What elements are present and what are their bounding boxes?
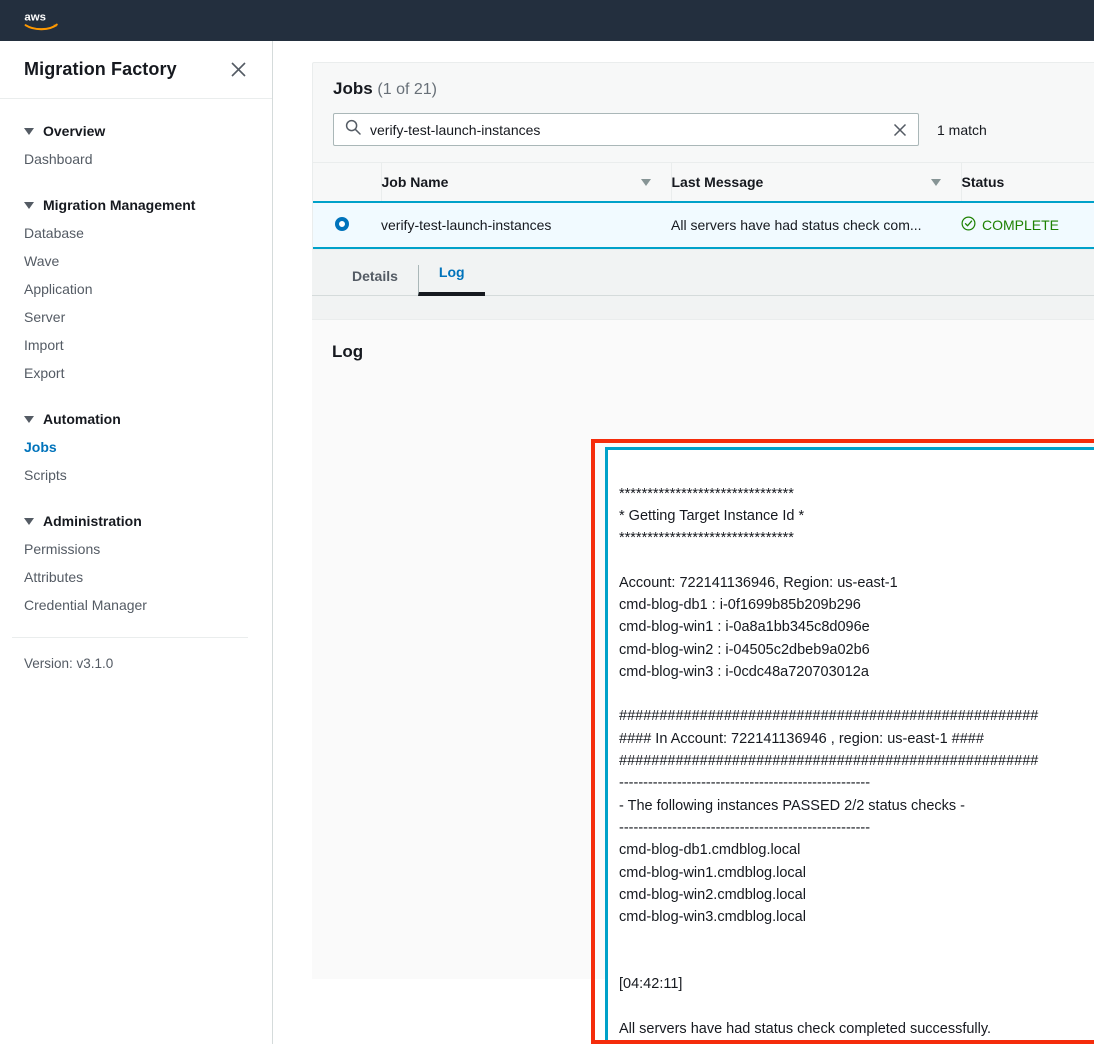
chevron-down-icon — [24, 127, 34, 135]
sidebar-version: Version: v3.1.0 — [24, 656, 114, 671]
row-select-radio[interactable] — [313, 201, 381, 249]
search-icon — [345, 119, 361, 140]
sidebar-item-import[interactable]: Import — [0, 331, 272, 359]
search-box[interactable] — [333, 113, 919, 146]
column-status-label: Status — [961, 174, 1005, 190]
log-output-text: ******************************* * Gettin… — [619, 485, 1039, 1044]
log-output-container[interactable]: ******************************* * Gettin… — [605, 447, 1094, 1044]
search-row: 1 match — [313, 99, 1094, 162]
nav-group-header-migration-management[interactable]: Migration Management — [0, 191, 272, 219]
nav-group-label: Overview — [43, 123, 106, 139]
column-last-message[interactable]: Last Message — [670, 162, 961, 203]
column-job-name-label: Job Name — [381, 174, 449, 190]
column-select — [313, 162, 381, 203]
aws-logo[interactable]: aws — [22, 8, 64, 34]
status-badge-label: COMPLETE — [982, 217, 1060, 233]
sidebar-item-credential-manager[interactable]: Credential Manager — [0, 591, 272, 619]
table-header-row: Job Name Last Message Status — [313, 162, 1094, 203]
tab-details[interactable]: Details — [332, 269, 418, 296]
sidebar-item-scripts[interactable]: Scripts — [0, 461, 272, 489]
page-title: Jobs (1 of 21) — [333, 79, 1074, 99]
sidebar-item-wave[interactable]: Wave — [0, 247, 272, 275]
sidebar-item-application[interactable]: Application — [0, 275, 272, 303]
tab-bar: Details Log — [312, 250, 1094, 296]
nav-group-automation: Automation Jobs Scripts — [0, 405, 272, 489]
nav-group-header-automation[interactable]: Automation — [0, 405, 272, 433]
nav-group-label: Migration Management — [43, 197, 196, 213]
log-panel-heading: Log — [332, 342, 364, 361]
tab-log[interactable]: Log — [417, 265, 485, 296]
sidebar-nav: Overview Dashboard Migration Management … — [0, 99, 272, 619]
column-job-name[interactable]: Job Name — [380, 162, 671, 203]
sort-descending-icon[interactable] — [930, 178, 941, 186]
jobs-table-body: verify-test-launch-instances All servers… — [313, 201, 1094, 249]
chevron-down-icon — [24, 415, 34, 423]
jobs-title-text: Jobs — [333, 79, 373, 98]
table-row[interactable]: verify-test-launch-instances All servers… — [313, 201, 1094, 249]
sidebar-item-dashboard[interactable]: Dashboard — [0, 145, 272, 173]
main-content: Jobs (1 of 21) verify-test-launch-instan… — [273, 41, 1094, 1044]
nav-group-administration: Administration Permissions Attributes Cr… — [0, 507, 272, 619]
sidebar: Migration Factory Overview Dashboard Mig… — [0, 41, 273, 1044]
chevron-down-icon — [24, 201, 34, 209]
sidebar-item-server[interactable]: Server — [0, 303, 272, 331]
chevron-down-icon — [24, 517, 34, 525]
svg-text:aws: aws — [24, 11, 46, 23]
cell-status: COMPLETE — [961, 201, 1094, 249]
tab-bar-gap — [312, 296, 1094, 319]
jobs-header: Jobs (1 of 21) — [313, 63, 1094, 99]
search-input[interactable] — [370, 121, 883, 138]
nav-group-overview: Overview Dashboard — [0, 117, 272, 173]
nav-group-label: Automation — [43, 411, 121, 427]
column-last-message-label: Last Message — [671, 174, 764, 190]
column-status[interactable]: Status — [960, 162, 1094, 203]
check-circle-icon — [961, 216, 976, 234]
radio-selected-icon[interactable] — [335, 216, 349, 231]
sidebar-title: Migration Factory — [24, 59, 177, 79]
nav-group-label: Administration — [43, 513, 142, 529]
cell-job-name: verify-test-launch-instances — [381, 201, 671, 249]
clear-icon[interactable] — [892, 122, 908, 138]
jobs-card: Jobs (1 of 21) verify-test-launch-instan… — [312, 62, 1094, 250]
jobs-table-head: Job Name Last Message Status — [313, 162, 1094, 203]
match-count: 1 match — [937, 121, 987, 138]
nav-group-header-overview[interactable]: Overview — [0, 117, 272, 145]
sidebar-item-export[interactable]: Export — [0, 359, 272, 387]
cell-last-message: All servers have had status check com... — [671, 201, 961, 249]
sidebar-item-database[interactable]: Database — [0, 219, 272, 247]
sidebar-item-jobs[interactable]: Jobs — [0, 433, 272, 461]
jobs-table: Job Name Last Message Status verify-test… — [313, 162, 1094, 249]
sidebar-item-permissions[interactable]: Permissions — [0, 535, 272, 563]
nav-group-migration-management: Migration Management Database Wave Appli… — [0, 191, 272, 387]
close-icon[interactable] — [229, 60, 248, 79]
sort-descending-icon[interactable] — [640, 178, 651, 186]
status-badge: COMPLETE — [961, 216, 1059, 234]
jobs-count: (1 of 21) — [377, 81, 438, 98]
sidebar-item-attributes[interactable]: Attributes — [0, 563, 272, 591]
sidebar-header: Migration Factory — [0, 41, 272, 99]
aws-top-bar: aws — [0, 0, 1094, 41]
nav-group-header-administration[interactable]: Administration — [0, 507, 272, 535]
